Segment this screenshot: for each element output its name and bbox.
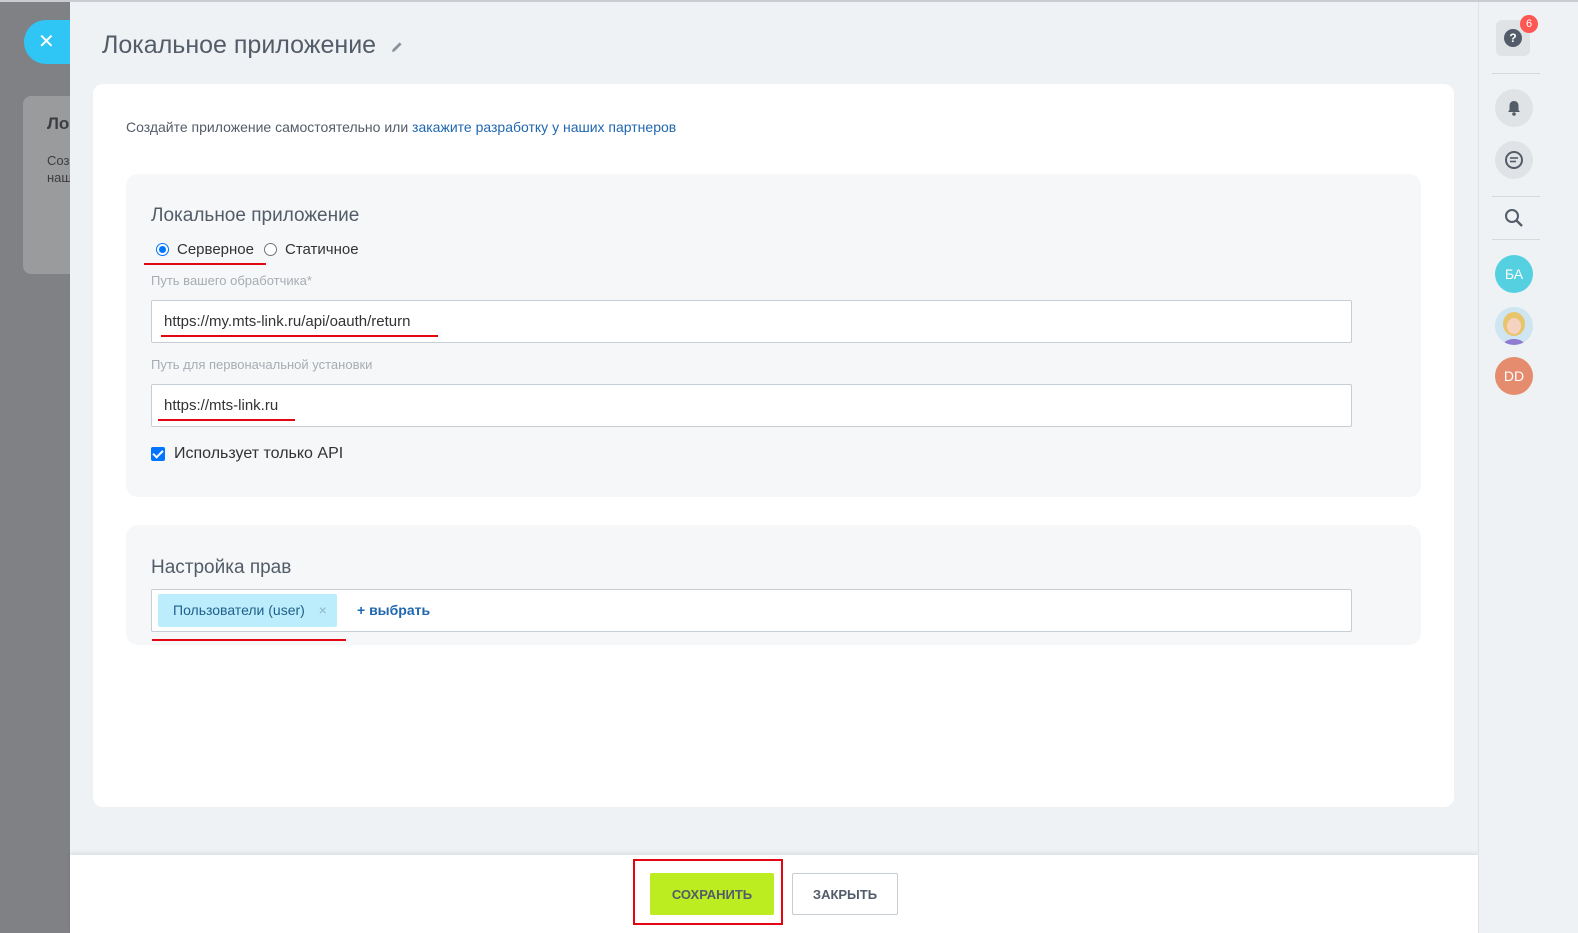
bell-icon bbox=[1508, 101, 1520, 116]
install-path-label: Путь для первоначальной установки bbox=[151, 357, 373, 372]
divider bbox=[1492, 196, 1540, 197]
divider bbox=[1492, 239, 1540, 240]
close-icon: ✕ bbox=[38, 31, 55, 53]
handler-path-label: Путь вашего обработчика* bbox=[151, 273, 312, 288]
avatar[interactable] bbox=[1495, 307, 1533, 345]
add-permission-link[interactable]: + выбрать bbox=[357, 590, 430, 631]
remove-tag-icon[interactable]: × bbox=[319, 594, 327, 627]
highlight-underline bbox=[158, 419, 295, 421]
avatar[interactable]: БА bbox=[1495, 255, 1533, 293]
intro-text: Создайте приложение самостоятельно или з… bbox=[126, 119, 676, 135]
footer-bar: СОХРАНИТЬ ЗАКРЫТЬ bbox=[70, 855, 1478, 933]
permissions-section: Настройка прав Пользователи (user) × + в… bbox=[126, 525, 1421, 645]
highlight-underline bbox=[144, 263, 266, 265]
partners-link[interactable]: закажите разработку у наших партнеров bbox=[412, 119, 676, 135]
radio-server-label[interactable]: Серверное bbox=[177, 241, 254, 258]
permissions-selector[interactable]: Пользователи (user) × + выбрать bbox=[151, 589, 1352, 632]
avatar[interactable]: DD bbox=[1495, 357, 1533, 395]
install-path-input[interactable]: https://mts-link.ru bbox=[151, 384, 1352, 427]
radio-static-label[interactable]: Статичное bbox=[285, 241, 359, 258]
permissions-section-title: Настройка прав bbox=[151, 557, 292, 578]
right-toolbar: ? 6 БА DD bbox=[1478, 2, 1578, 933]
local-app-section: Локальное приложение Серверное Статичное… bbox=[126, 174, 1421, 497]
content-card: Создайте приложение самостоятельно или з… bbox=[93, 84, 1454, 807]
search-button[interactable] bbox=[1495, 199, 1533, 237]
divider bbox=[1492, 73, 1540, 74]
api-only-row: Использует только API bbox=[151, 445, 343, 463]
api-only-label[interactable]: Использует только API bbox=[174, 445, 343, 463]
intro-text-plain: Создайте приложение самостоятельно или bbox=[126, 119, 413, 135]
page-title: Локальное приложение bbox=[102, 31, 377, 59]
help-badge: 6 bbox=[1520, 15, 1538, 33]
background-page: Ло Соз наш bbox=[0, 2, 72, 933]
help-icon: ? bbox=[1504, 29, 1522, 47]
pencil-icon[interactable] bbox=[390, 40, 404, 54]
app-type-radio-group: Серверное Статичное bbox=[156, 239, 369, 259]
highlight-underline bbox=[152, 639, 346, 641]
user-photo bbox=[1495, 307, 1533, 345]
background-card-title: Ло bbox=[47, 114, 70, 133]
permission-tag: Пользователи (user) × bbox=[158, 594, 337, 627]
close-button[interactable]: ЗАКРЫТЬ bbox=[792, 873, 898, 915]
save-button[interactable]: СОХРАНИТЬ bbox=[650, 873, 774, 915]
chat-button[interactable] bbox=[1495, 141, 1533, 179]
permission-tag-label: Пользователи (user) bbox=[173, 602, 305, 618]
search-icon bbox=[1505, 209, 1523, 227]
background-card-text: Соз наш bbox=[47, 153, 72, 185]
background-card: Ло Соз наш bbox=[23, 96, 72, 274]
local-app-section-title: Локальное приложение bbox=[151, 205, 360, 226]
notifications-button[interactable] bbox=[1495, 89, 1533, 127]
highlight-underline bbox=[161, 335, 438, 337]
radio-static[interactable] bbox=[263, 242, 277, 256]
api-only-checkbox[interactable] bbox=[151, 447, 165, 461]
slider-panel: Локальное приложение Создайте приложение… bbox=[70, 2, 1478, 933]
chat-icon bbox=[1505, 151, 1523, 169]
radio-server[interactable] bbox=[156, 242, 169, 256]
